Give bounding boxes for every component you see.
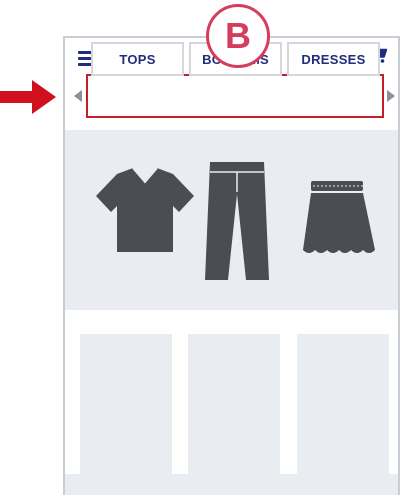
t-shirt-icon <box>96 167 194 252</box>
callout-badge: B <box>206 4 270 68</box>
product-tile[interactable] <box>80 334 172 476</box>
tabs-scroll-left-icon[interactable] <box>74 90 82 102</box>
product-tile[interactable] <box>188 334 280 476</box>
tab-dresses[interactable]: DRESSES <box>287 42 380 76</box>
hero-banner[interactable] <box>65 130 398 310</box>
category-tabs-highlight <box>86 74 384 118</box>
tab-tops[interactable]: TOPS <box>91 42 184 76</box>
content-placeholder <box>65 474 398 495</box>
pants-icon <box>205 162 269 280</box>
product-tile[interactable] <box>297 334 389 476</box>
mobile-frame: TOPS BOTTOMS DRESSES <box>63 36 400 495</box>
tabs-scroll-right-icon[interactable] <box>387 90 395 102</box>
skirt-icon <box>303 181 375 253</box>
pointer-arrow-icon <box>0 80 56 114</box>
